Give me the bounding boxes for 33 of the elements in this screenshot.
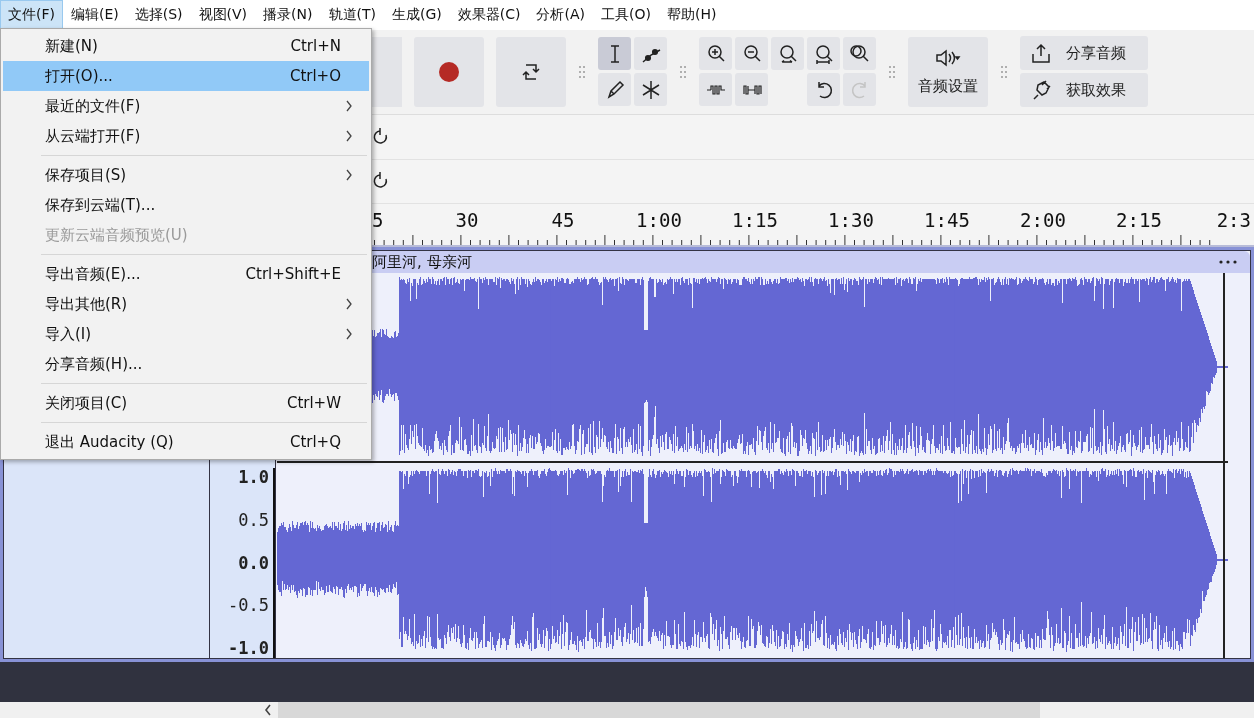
ruler-label: 2:15 bbox=[1115, 208, 1163, 232]
ruler-label: 1:30 bbox=[827, 208, 875, 232]
scale-label: 0.0 bbox=[238, 553, 269, 573]
ruler-label: 1:15 bbox=[731, 208, 779, 232]
menu-entry-label: 导出其他(R) bbox=[45, 294, 128, 314]
menu-entry-label: 最近的文件(F) bbox=[45, 96, 141, 116]
scale-label: -0.5 bbox=[228, 596, 269, 616]
ruler-label: 1:00 bbox=[635, 208, 683, 232]
menu-entry-label: 退出 Audacity (Q) bbox=[45, 432, 174, 452]
ruler-label: 2:3 bbox=[1215, 208, 1251, 232]
menu-entry-label: 导出音频(E)... bbox=[45, 264, 141, 284]
menu-entry-label: 导入(I) bbox=[45, 324, 92, 344]
shortcut-label: Ctrl+N bbox=[290, 37, 342, 55]
menu-entry-label: 关闭项目(C) bbox=[45, 393, 128, 413]
menu-entry-label: 从云端打开(F) bbox=[45, 126, 141, 146]
shortcut-label: Ctrl+Q bbox=[289, 433, 342, 451]
scale-label: 1.0 bbox=[238, 468, 269, 488]
scale-label: 0.5 bbox=[238, 510, 269, 530]
menu-entry-label: 分享音频(H)... bbox=[45, 354, 143, 374]
ruler-label: 2:00 bbox=[1019, 208, 1067, 232]
ruler-label: 30 bbox=[454, 208, 480, 232]
clip-title: 阿里河, 母亲河 bbox=[372, 252, 472, 272]
menu-entry-label: 打开(O)... bbox=[45, 66, 113, 86]
ruler-label: 5 bbox=[372, 208, 385, 232]
ruler-label: 1:45 bbox=[923, 208, 971, 232]
shortcut-label: Ctrl+O bbox=[289, 67, 342, 85]
menu-entry-label: 保存到云端(T)... bbox=[45, 195, 156, 215]
scale-label: -1.0 bbox=[228, 639, 269, 659]
shortcut-label: Ctrl+W bbox=[286, 394, 342, 412]
menu-entry-label: 新建(N) bbox=[45, 36, 98, 56]
ruler-label: 45 bbox=[550, 208, 576, 232]
menu-entry-label: 保存项目(S) bbox=[45, 165, 127, 185]
menu-entry-label: 更新云端音频预览(U) bbox=[45, 225, 188, 245]
